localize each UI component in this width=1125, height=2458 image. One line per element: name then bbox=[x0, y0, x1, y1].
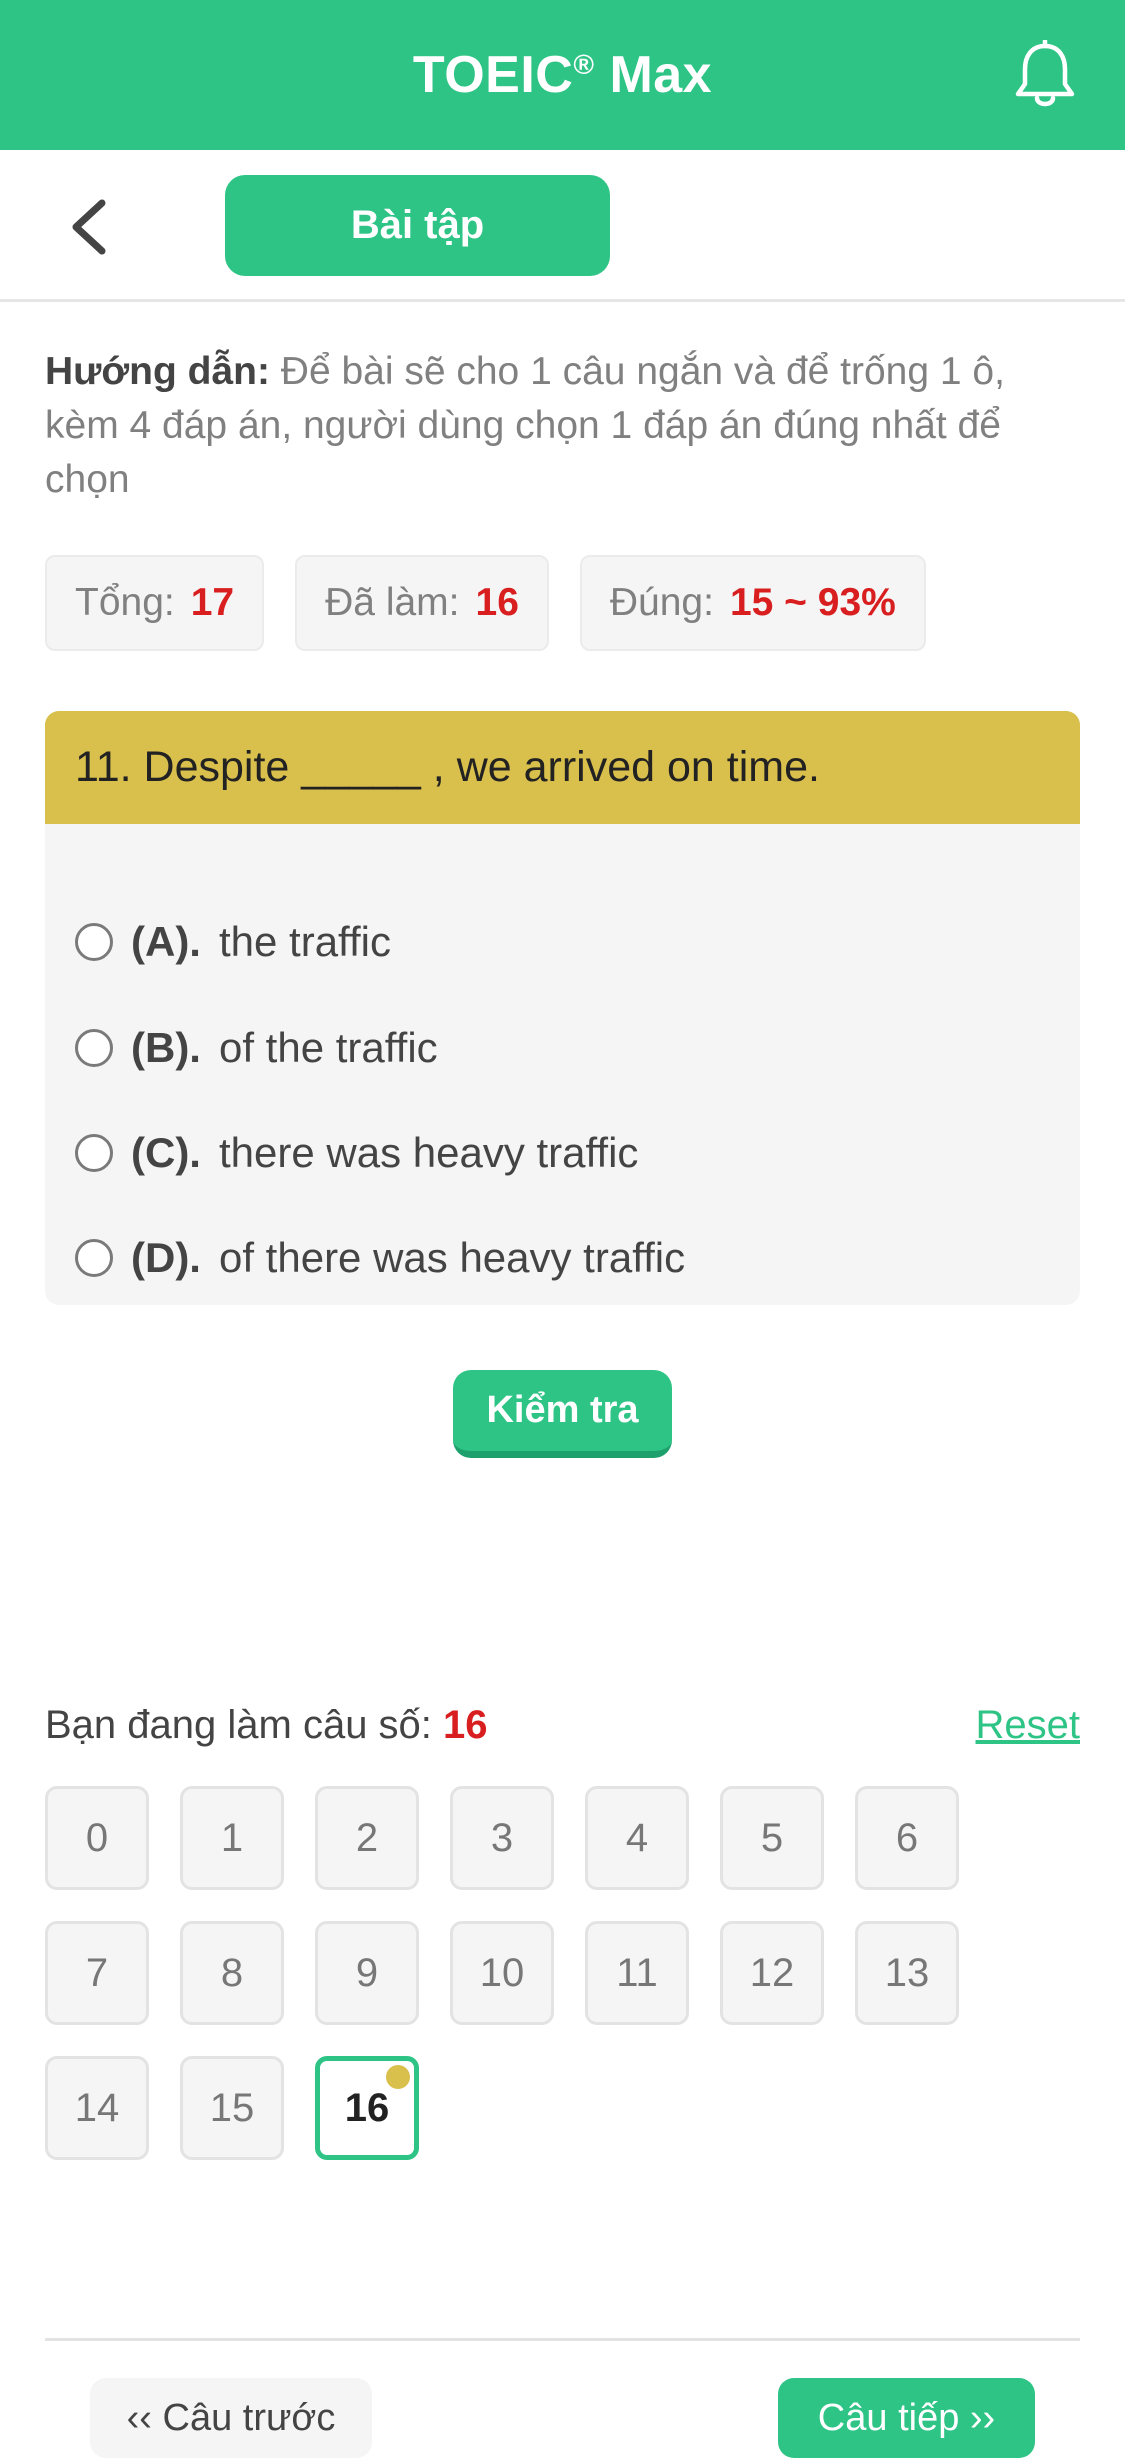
question-cell[interactable]: 13 bbox=[855, 1921, 959, 2025]
current-question-label: Bạn đang làm câu số: 16 bbox=[45, 1703, 488, 1747]
tab-exercise[interactable]: Bài tập bbox=[225, 175, 610, 276]
radio-icon[interactable] bbox=[75, 1134, 113, 1172]
question-cell[interactable]: 9 bbox=[315, 1921, 419, 2025]
question-cell[interactable]: 11 bbox=[585, 1921, 689, 2025]
question-text: 11. Despite _____ , we arrived on time. bbox=[45, 711, 1080, 824]
option-d[interactable]: (D). of there was heavy traffic bbox=[75, 1223, 685, 1293]
question-cell[interactable]: 10 bbox=[450, 1921, 554, 2025]
question-cell[interactable]: 5 bbox=[720, 1786, 824, 1890]
reset-link[interactable]: Reset bbox=[976, 1703, 1081, 1748]
question-cell[interactable]: 8 bbox=[180, 1921, 284, 2025]
option-c[interactable]: (C). there was heavy traffic bbox=[75, 1118, 638, 1188]
current-marker-icon bbox=[386, 2065, 410, 2089]
divider bbox=[45, 2338, 1080, 2341]
question-cell[interactable]: 15 bbox=[180, 2056, 284, 2160]
option-a[interactable]: (A). the traffic bbox=[75, 907, 391, 977]
check-button[interactable]: Kiểm tra bbox=[453, 1370, 672, 1458]
question-cell[interactable]: 6 bbox=[855, 1786, 959, 1890]
prev-question-button[interactable]: ‹‹ Câu trước bbox=[90, 2378, 372, 2458]
question-cell[interactable]: 4 bbox=[585, 1786, 689, 1890]
question-cell[interactable]: 0 bbox=[45, 1786, 149, 1890]
stat-correct: Đúng: 15 ~ 93% bbox=[579, 555, 926, 651]
question-cell-active[interactable]: 16 bbox=[315, 2056, 419, 2160]
app-title: TOEIC® Max bbox=[412, 46, 713, 104]
question-cell[interactable]: 7 bbox=[45, 1921, 149, 2025]
app-header: TOEIC® Max bbox=[0, 0, 1125, 150]
question-card: 11. Despite _____ , we arrived on time. … bbox=[45, 711, 1080, 1305]
bell-icon[interactable] bbox=[1013, 40, 1077, 110]
question-cell[interactable]: 3 bbox=[450, 1786, 554, 1890]
radio-icon[interactable] bbox=[75, 923, 113, 961]
question-cell[interactable]: 2 bbox=[315, 1786, 419, 1890]
option-b[interactable]: (B). of the traffic bbox=[75, 1013, 438, 1083]
question-cell[interactable]: 12 bbox=[720, 1921, 824, 2025]
sub-toolbar: Bài tập bbox=[0, 150, 1125, 302]
stat-done: Đã làm: 16 bbox=[295, 555, 549, 651]
radio-icon[interactable] bbox=[75, 1029, 113, 1067]
question-cell[interactable]: 14 bbox=[45, 2056, 149, 2160]
stats-row: Tổng: 17 Đã làm: 16 Đúng: 15 ~ 93% bbox=[45, 555, 926, 651]
instructions-label: Hướng dẫn: bbox=[45, 350, 270, 393]
stat-total: Tổng: 17 bbox=[45, 555, 265, 651]
radio-icon[interactable] bbox=[75, 1239, 113, 1277]
question-cell[interactable]: 1 bbox=[180, 1786, 284, 1890]
chevron-left-icon[interactable] bbox=[62, 195, 118, 259]
instructions: Hướng dẫn: Để bài sẽ cho 1 câu ngắn và đ… bbox=[45, 345, 1085, 507]
next-question-button[interactable]: Câu tiếp ›› bbox=[778, 2378, 1035, 2458]
